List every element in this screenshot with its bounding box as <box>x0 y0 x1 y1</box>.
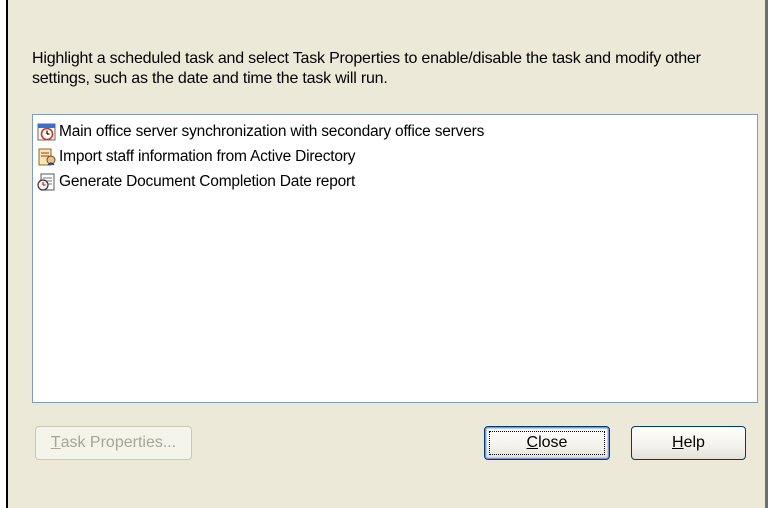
help-mnemonic: H <box>672 434 684 451</box>
directory-import-icon <box>38 148 56 166</box>
list-item[interactable]: Import staff information from Active Dir… <box>37 145 356 169</box>
clock-icon <box>37 123 56 141</box>
task-properties-label: ask Properties... <box>60 434 177 451</box>
close-mnemonic: C <box>526 434 539 451</box>
task-label: Import staff information from Active Dir… <box>59 148 356 165</box>
list-item[interactable]: Main office server synchronization with … <box>37 120 484 144</box>
task-properties-mnemonic: T <box>50 434 61 451</box>
help-button[interactable]: Help <box>631 426 746 460</box>
instructions-text: Highlight a scheduled task and select Ta… <box>32 50 701 87</box>
task-properties-button[interactable]: Task Properties... <box>35 426 192 460</box>
list-item[interactable]: Generate Document Completion Date report <box>37 170 355 194</box>
report-icon <box>37 173 55 191</box>
task-list[interactable]: Main office server synchronization with … <box>32 114 758 403</box>
close-label: lose <box>538 434 568 451</box>
task-label: Generate Document Completion Date report <box>59 173 356 190</box>
help-label: elp <box>683 434 705 451</box>
scheduled-tasks-dialog: Highlight a scheduled task and select Ta… <box>6 0 768 508</box>
task-label: Main office server synchronization with … <box>59 123 485 140</box>
close-button[interactable]: Close <box>484 426 610 460</box>
